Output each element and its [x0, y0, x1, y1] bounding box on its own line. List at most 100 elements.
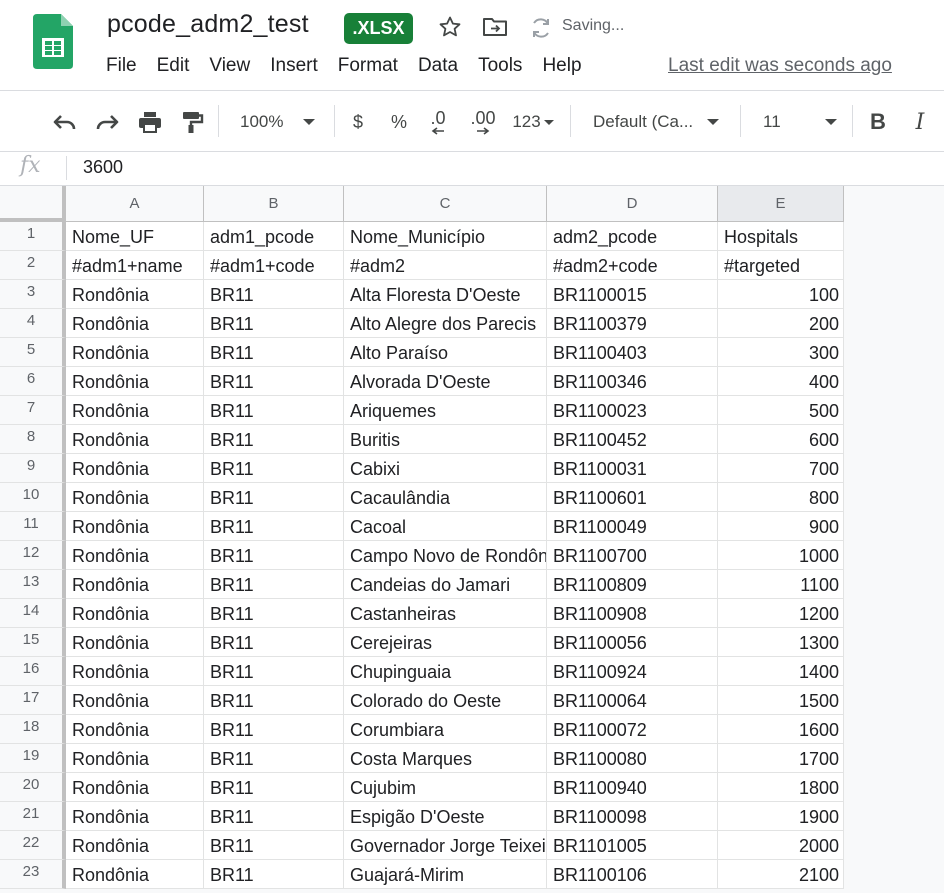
cell-c[interactable]: Alvorada D'Oeste	[344, 367, 547, 396]
cell-e[interactable]: #targeted	[718, 251, 844, 280]
cell-d[interactable]: BR1100072	[547, 715, 718, 744]
italic-button[interactable]: I	[908, 109, 932, 135]
cell-e[interactable]: 1900	[718, 802, 844, 831]
cell-b[interactable]: BR11	[204, 483, 344, 512]
row-header[interactable]: 22	[0, 831, 66, 860]
cell-b[interactable]: #adm1+code	[204, 251, 344, 280]
increase-decimal-button[interactable]: .00	[466, 109, 500, 135]
cell-d[interactable]: BR1100098	[547, 802, 718, 831]
cell-a[interactable]: Rondônia	[66, 425, 204, 454]
cell-e[interactable]: 1200	[718, 599, 844, 628]
cell-e[interactable]: 700	[718, 454, 844, 483]
cell-d[interactable]: BR1100015	[547, 280, 718, 309]
cell-d[interactable]: BR1100700	[547, 541, 718, 570]
cell-e[interactable]: 400	[718, 367, 844, 396]
column-header-e[interactable]: E	[718, 186, 844, 222]
cell-e[interactable]: 1000	[718, 541, 844, 570]
cell-b[interactable]: BR11	[204, 802, 344, 831]
column-header-b[interactable]: B	[204, 186, 344, 222]
row-header[interactable]: 14	[0, 599, 66, 628]
percent-format-button[interactable]: %	[388, 109, 410, 135]
cell-b[interactable]: BR11	[204, 599, 344, 628]
document-title[interactable]: pcode_adm2_test	[107, 10, 309, 39]
cell-a[interactable]: Rondônia	[66, 454, 204, 483]
cell-d[interactable]: BR1100908	[547, 599, 718, 628]
menu-tools[interactable]: Tools	[478, 55, 522, 77]
cell-b[interactable]: BR11	[204, 454, 344, 483]
cell-d[interactable]: #adm2+code	[547, 251, 718, 280]
cell-e[interactable]: 1300	[718, 628, 844, 657]
font-family-select[interactable]: Default (Ca...	[593, 109, 729, 135]
cell-a[interactable]: Rondônia	[66, 280, 204, 309]
more-formats-button[interactable]: 123	[508, 109, 558, 135]
cell-e[interactable]: 1100	[718, 570, 844, 599]
cell-b[interactable]: BR11	[204, 396, 344, 425]
cell-c[interactable]: Cacaulândia	[344, 483, 547, 512]
cell-c[interactable]: Espigão D'Oeste	[344, 802, 547, 831]
cell-b[interactable]: BR11	[204, 715, 344, 744]
paint-format-button[interactable]	[178, 109, 206, 135]
row-header[interactable]: 2	[0, 251, 66, 280]
font-size-select[interactable]: 11	[763, 109, 843, 135]
cell-e[interactable]: 2000	[718, 831, 844, 860]
cell-d[interactable]: BR1100023	[547, 396, 718, 425]
cell-a[interactable]: Rondônia	[66, 570, 204, 599]
cell-b[interactable]: BR11	[204, 744, 344, 773]
cell-e[interactable]: Hospitals	[718, 222, 844, 251]
cell-a[interactable]: #adm1+name	[66, 251, 204, 280]
cell-a[interactable]: Rondônia	[66, 686, 204, 715]
cell-c[interactable]: Cujubim	[344, 773, 547, 802]
cell-c[interactable]: Candeias do Jamari	[344, 570, 547, 599]
row-header[interactable]: 20	[0, 773, 66, 802]
cell-c[interactable]: Cacoal	[344, 512, 547, 541]
cell-e[interactable]: 500	[718, 396, 844, 425]
cell-a[interactable]: Rondônia	[66, 541, 204, 570]
cell-e[interactable]: 1800	[718, 773, 844, 802]
cell-c[interactable]: #adm2	[344, 251, 547, 280]
cell-b[interactable]: BR11	[204, 570, 344, 599]
cell-b[interactable]: BR11	[204, 367, 344, 396]
cell-a[interactable]: Rondônia	[66, 338, 204, 367]
cell-c[interactable]: Alto Alegre dos Parecis	[344, 309, 547, 338]
menu-file[interactable]: File	[106, 55, 137, 77]
cell-d[interactable]: BR1100403	[547, 338, 718, 367]
cell-a[interactable]: Rondônia	[66, 512, 204, 541]
currency-format-button[interactable]: $	[348, 109, 368, 135]
row-header[interactable]: 21	[0, 802, 66, 831]
cell-a[interactable]: Rondônia	[66, 599, 204, 628]
cell-d[interactable]: BR1100080	[547, 744, 718, 773]
row-header[interactable]: 11	[0, 512, 66, 541]
row-header[interactable]: 6	[0, 367, 66, 396]
cell-e[interactable]: 1700	[718, 744, 844, 773]
cell-c[interactable]: Chupinguaia	[344, 657, 547, 686]
cell-c[interactable]: Colorado do Oeste	[344, 686, 547, 715]
column-header-d[interactable]: D	[547, 186, 718, 222]
cell-e[interactable]: 200	[718, 309, 844, 338]
column-header-c[interactable]: C	[344, 186, 547, 222]
cell-a[interactable]: Rondônia	[66, 483, 204, 512]
cell-b[interactable]: BR11	[204, 657, 344, 686]
row-header[interactable]: 15	[0, 628, 66, 657]
cell-c[interactable]: Costa Marques	[344, 744, 547, 773]
cell-a[interactable]: Rondônia	[66, 628, 204, 657]
cell-b[interactable]: BR11	[204, 773, 344, 802]
row-header[interactable]: 4	[0, 309, 66, 338]
cell-c[interactable]: Guajará-Mirim	[344, 860, 547, 889]
cell-d[interactable]: BR1100346	[547, 367, 718, 396]
row-header[interactable]: 9	[0, 454, 66, 483]
undo-button[interactable]	[50, 109, 80, 135]
cell-b[interactable]: BR11	[204, 831, 344, 860]
cell-c[interactable]: Corumbiara	[344, 715, 547, 744]
cell-a[interactable]: Rondônia	[66, 657, 204, 686]
select-all-corner[interactable]	[0, 186, 66, 222]
row-header[interactable]: 23	[0, 860, 66, 889]
cell-b[interactable]: BR11	[204, 628, 344, 657]
cell-b[interactable]: BR11	[204, 280, 344, 309]
cell-a[interactable]: Rondônia	[66, 715, 204, 744]
row-header[interactable]: 17	[0, 686, 66, 715]
decrease-decimal-button[interactable]: .0	[424, 109, 452, 135]
cell-e[interactable]: 600	[718, 425, 844, 454]
cell-e[interactable]: 900	[718, 512, 844, 541]
cell-e[interactable]: 300	[718, 338, 844, 367]
row-header[interactable]: 13	[0, 570, 66, 599]
